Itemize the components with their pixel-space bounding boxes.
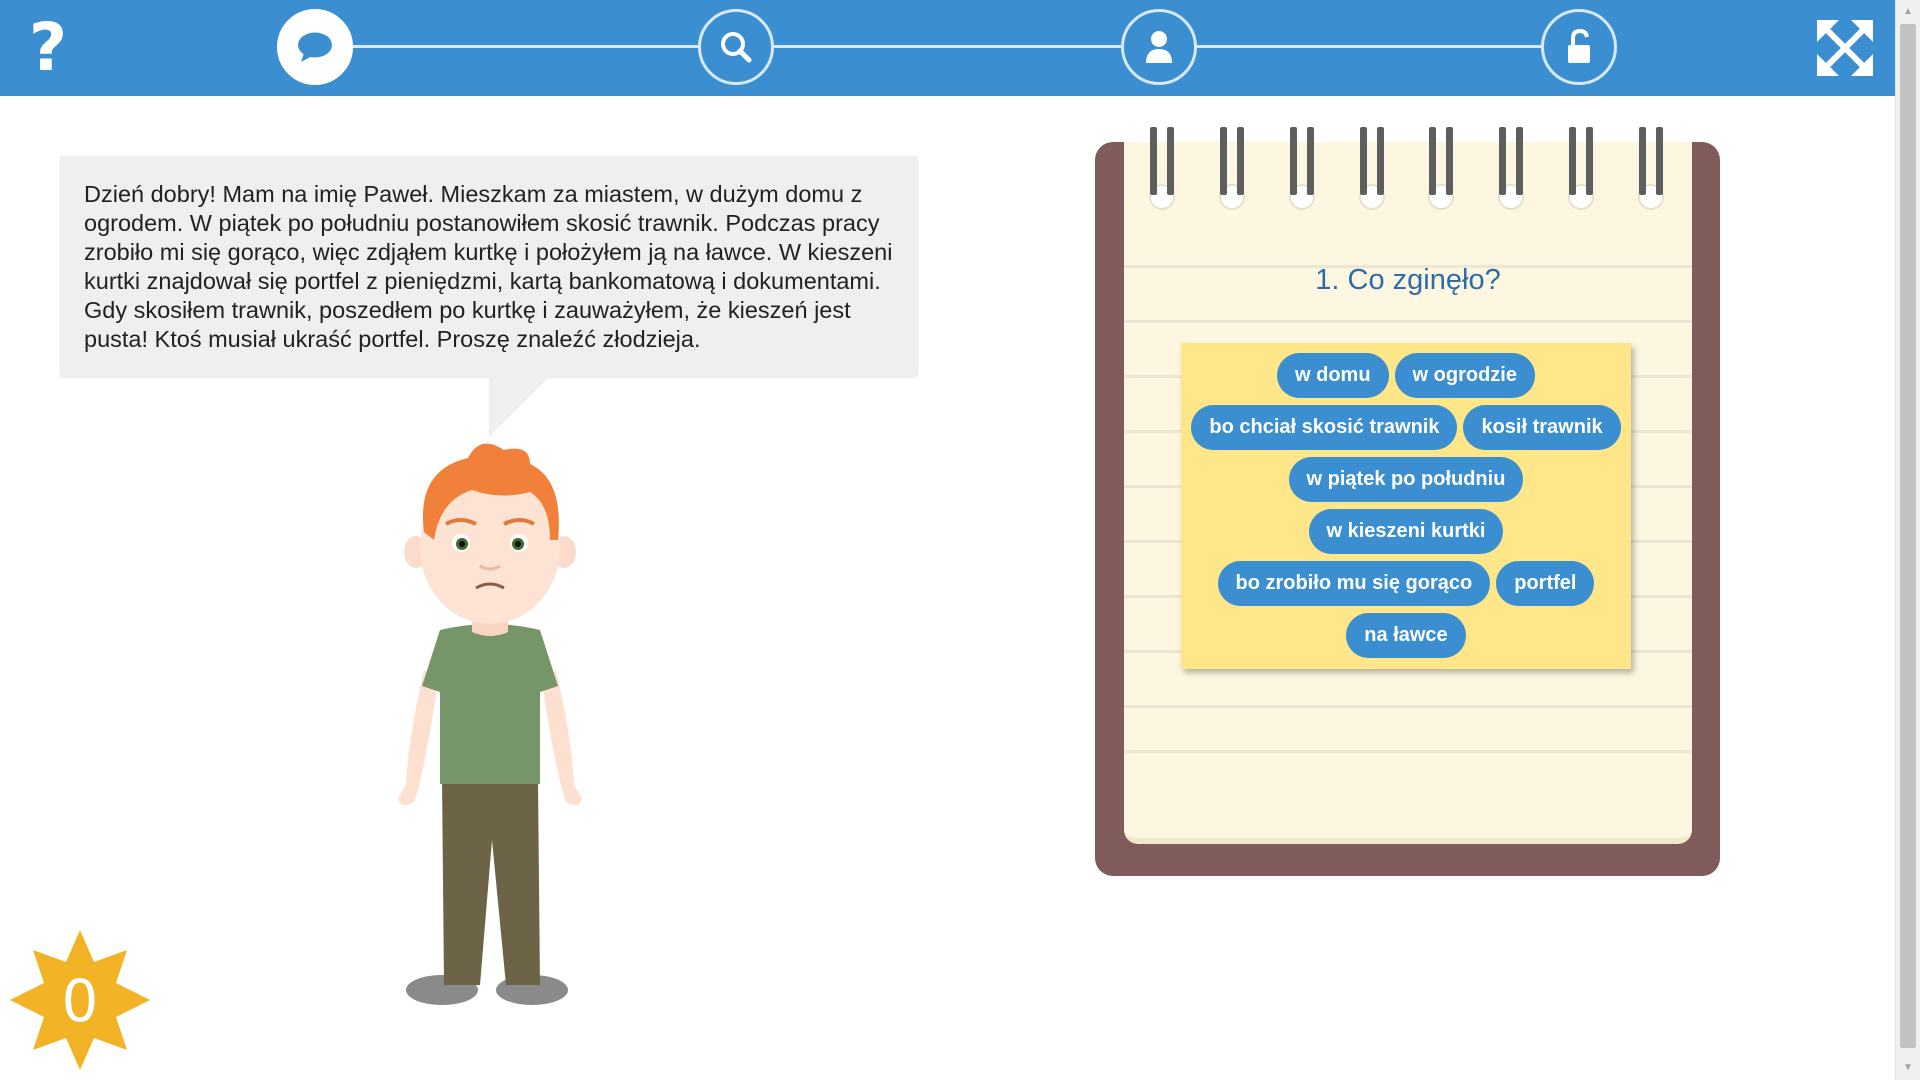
scroll-down-arrow-icon[interactable]: ▼ [1896, 1058, 1920, 1078]
step-suspects[interactable] [1121, 9, 1197, 85]
steps-progress-line [352, 45, 1614, 48]
spiral-ring [1359, 127, 1385, 210]
score-badge: 0 [10, 930, 150, 1070]
fullscreen-button[interactable] [1815, 18, 1875, 78]
question-mark-icon: ? [28, 9, 68, 86]
answers-card: w domu w ogrodzie bo chciał skosić trawn… [1181, 343, 1631, 669]
spiral-ring [1568, 127, 1594, 210]
score-value: 0 [61, 967, 99, 1035]
speech-bubble-icon [298, 32, 332, 62]
speech-bubble-tail [489, 377, 549, 437]
step-investigation[interactable] [698, 9, 774, 85]
answer-option[interactable]: w kieszeni kurtki [1308, 509, 1504, 554]
spiral-ring [1219, 127, 1245, 210]
question-title: 1. Co zginęło? [1315, 264, 1501, 296]
person-icon [1146, 31, 1172, 63]
spiral-ring [1289, 127, 1315, 210]
expand-arrows-icon [1817, 20, 1873, 76]
answer-option[interactable]: bo zrobiło mu się gorąco [1217, 561, 1491, 606]
answer-option[interactable]: w domu [1277, 353, 1389, 398]
step-solution[interactable] [1541, 9, 1617, 85]
scrollbar-thumb[interactable] [1900, 24, 1916, 1048]
vertical-scrollbar[interactable]: ▲ ▼ [1895, 0, 1920, 1080]
speech-bubble: Dzień dobry! Mam na imię Paweł. Mieszkam… [60, 156, 918, 378]
answer-option[interactable]: w ogrodzie [1394, 353, 1535, 398]
spiral-ring [1149, 127, 1175, 210]
top-navigation-bar: ? [0, 0, 1895, 96]
help-button[interactable]: ? [20, 14, 76, 82]
answer-option[interactable]: portfel [1496, 561, 1595, 606]
spiral-ring [1428, 127, 1454, 210]
step-conversation[interactable] [277, 9, 353, 85]
scroll-up-arrow-icon[interactable]: ▲ [1896, 2, 1920, 22]
answer-option[interactable]: kosił trawnik [1463, 405, 1621, 450]
answer-option[interactable]: bo chciał skosić trawnik [1191, 405, 1458, 450]
magnifier-icon [721, 32, 752, 63]
story-text: Dzień dobry! Mam na imię Paweł. Mieszkam… [84, 181, 893, 352]
unlocked-padlock-icon [1568, 28, 1590, 63]
answer-option[interactable]: w piątek po południu [1288, 457, 1524, 502]
spiral-ring [1638, 127, 1664, 210]
character-illustration [398, 443, 582, 1005]
spiral-ring [1498, 127, 1524, 210]
answer-option[interactable]: na ławce [1346, 613, 1466, 658]
answers-list: w domu w ogrodzie bo chciał skosić trawn… [1189, 353, 1623, 658]
